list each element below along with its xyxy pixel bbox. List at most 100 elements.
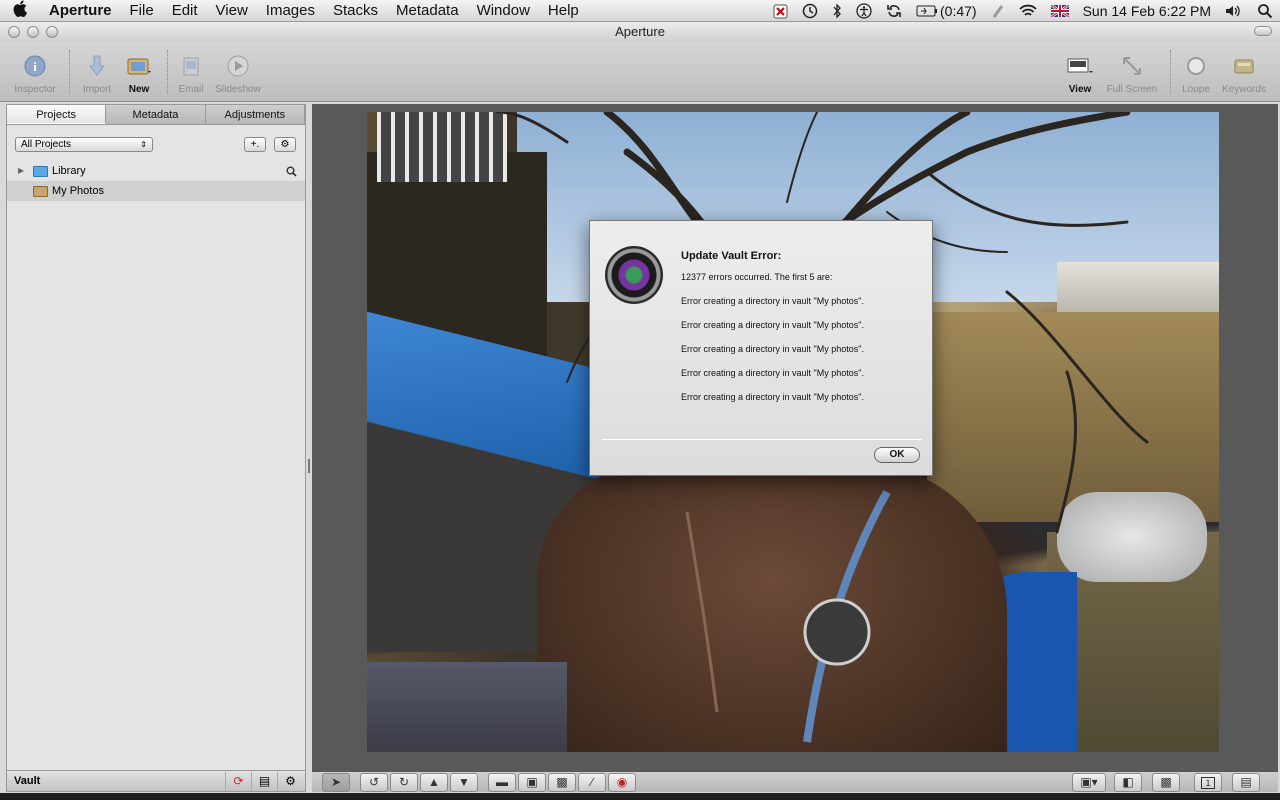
project-filter-value: All Projects [21, 139, 72, 150]
vault-add-icon[interactable]: ▤ [251, 772, 277, 790]
menu-aperture[interactable]: Aperture [40, 2, 121, 19]
list-view-button[interactable]: ▤ [1232, 773, 1260, 792]
project-filter-popup[interactable]: All Projects ⇕ [15, 137, 153, 152]
tab-projects[interactable]: Projects [7, 105, 107, 124]
minimize-window-button[interactable] [27, 26, 39, 38]
straighten-tool-button[interactable]: ▬ [488, 773, 516, 792]
dialog-error-line: Error creating a directory in vault "My … [681, 392, 864, 402]
disclosure-triangle-icon[interactable]: ▶ [18, 161, 28, 181]
import-button[interactable]: Import [78, 42, 116, 102]
red-eye-tool-button[interactable]: ◉ [608, 773, 636, 792]
close-window-button[interactable] [8, 26, 20, 38]
svg-text:i: i [33, 59, 37, 74]
rotate-right-button[interactable]: ↻ [390, 773, 418, 792]
inspector-label: Inspector [14, 84, 56, 95]
viewer-mode-button[interactable]: ▩ [1152, 773, 1180, 792]
menu-stacks[interactable]: Stacks [324, 2, 387, 19]
menu-images[interactable]: Images [257, 2, 324, 19]
lift-tool-button[interactable]: ▲ [420, 773, 448, 792]
slideshow-label: Slideshow [215, 84, 261, 95]
lift-icon: ▲ [428, 775, 440, 789]
crop-icon: ▣ [526, 775, 538, 789]
tree-item-library[interactable]: ▶ Library [7, 161, 305, 181]
loupe-icon [1182, 52, 1210, 80]
battery-time: (0:47) [940, 3, 977, 19]
time-machine-icon[interactable] [802, 3, 818, 19]
sidebar-action-gear-button[interactable]: ⚙ [274, 137, 296, 152]
email-icon [177, 52, 205, 80]
toolbar-separator [1170, 50, 1171, 94]
filmstrip-view-button[interactable]: ◧ [1114, 773, 1142, 792]
gear-icon: ⚙ [280, 139, 290, 150]
toolbar-toggle-button[interactable] [1254, 26, 1272, 36]
sync-icon[interactable] [886, 3, 902, 19]
sidebar-tabs: Projects Metadata Adjustments [7, 105, 305, 125]
main-toolbar: i Inspector Import New Email Slideshow V… [0, 42, 1280, 102]
menu-edit[interactable]: Edit [163, 2, 207, 19]
ok-button[interactable]: OK [874, 447, 920, 463]
dialog-error-line: Error creating a directory in vault "My … [681, 344, 864, 354]
new-button[interactable]: New [121, 42, 157, 102]
tree-item-my-photos[interactable]: My Photos [7, 181, 305, 201]
menu-metadata[interactable]: Metadata [387, 2, 468, 19]
menu-window[interactable]: Window [468, 2, 539, 19]
dialog-error-line: Error creating a directory in vault "My … [681, 320, 864, 330]
menu-file[interactable]: File [121, 2, 163, 19]
script-icon[interactable] [991, 3, 1005, 19]
view-button[interactable]: View [1064, 42, 1096, 102]
slideshow-button[interactable]: Slideshow [212, 42, 264, 102]
keywords-button[interactable]: Keywords [1218, 42, 1270, 102]
inspector-button[interactable]: i Inspector [12, 42, 58, 102]
list-icon: ▤ [1240, 775, 1252, 789]
email-label: Email [178, 84, 204, 95]
tab-metadata[interactable]: Metadata [106, 105, 206, 124]
fullscreen-button[interactable]: Full Screen [1104, 42, 1160, 102]
aperture-window: Aperture i Inspector Import New Email Sl… [0, 22, 1280, 793]
library-label: Library [52, 165, 86, 177]
stamp-tool-button[interactable]: ▼ [450, 773, 478, 792]
volume-icon[interactable] [1225, 4, 1243, 18]
toolbar-separator [167, 50, 168, 94]
tab-adjustments[interactable]: Adjustments [206, 105, 305, 124]
bluetooth-icon[interactable] [832, 3, 842, 19]
battery-icon[interactable]: (0:47) [916, 3, 977, 19]
wifi-icon[interactable] [1018, 4, 1037, 18]
window-titlebar: Aperture [0, 22, 1280, 42]
brush-tool-button[interactable]: ∕ [578, 773, 606, 792]
rotate-left-button[interactable]: ↺ [360, 773, 388, 792]
stop-icon[interactable] [773, 4, 788, 19]
fullscreen-label: Full Screen [1106, 84, 1158, 95]
loupe-button[interactable]: Loupe [1178, 42, 1214, 102]
spotlight-icon[interactable] [1257, 3, 1273, 19]
spot-patch-tool-button[interactable]: ▩ [548, 773, 576, 792]
single-image-button[interactable]: 1 [1194, 773, 1222, 792]
zoom-window-button[interactable] [46, 26, 58, 38]
projects-sidebar: Projects Metadata Adjustments All Projec… [6, 104, 306, 771]
new-label: New [128, 84, 150, 95]
dialog-separator [602, 439, 922, 440]
loupe-label: Loupe [1182, 84, 1210, 95]
updown-arrows-icon: ⇕ [140, 140, 147, 149]
display-options-button[interactable]: ▣▾ [1072, 773, 1106, 792]
play-icon [224, 52, 252, 80]
vault-update-icon[interactable]: ⟳ [225, 772, 251, 790]
menu-bar: Aperture File Edit View Images Stacks Me… [0, 0, 1280, 22]
filmstrip-icon: ◧ [1122, 775, 1134, 789]
window-title: Aperture [615, 24, 665, 39]
page-indicator: 1 [1201, 777, 1215, 789]
add-project-button[interactable]: +. [244, 137, 266, 152]
accessibility-icon[interactable] [856, 3, 872, 19]
email-button[interactable]: Email [174, 42, 208, 102]
menu-view[interactable]: View [207, 2, 257, 19]
select-tool-button[interactable]: ➤ [322, 773, 350, 792]
menubar-clock[interactable]: Sun 14 Feb 6:22 PM [1083, 3, 1211, 19]
uk-flag-icon[interactable] [1050, 5, 1069, 17]
brush-icon: ∕ [590, 775, 593, 789]
library-folder-icon [33, 165, 48, 177]
new-project-icon [125, 52, 153, 80]
menu-help[interactable]: Help [539, 2, 588, 19]
vault-gear-icon[interactable]: ⚙ [277, 772, 303, 790]
vault-label: Vault [14, 775, 41, 787]
apple-menu-icon[interactable] [0, 0, 40, 22]
crop-tool-button[interactable]: ▣ [518, 773, 546, 792]
